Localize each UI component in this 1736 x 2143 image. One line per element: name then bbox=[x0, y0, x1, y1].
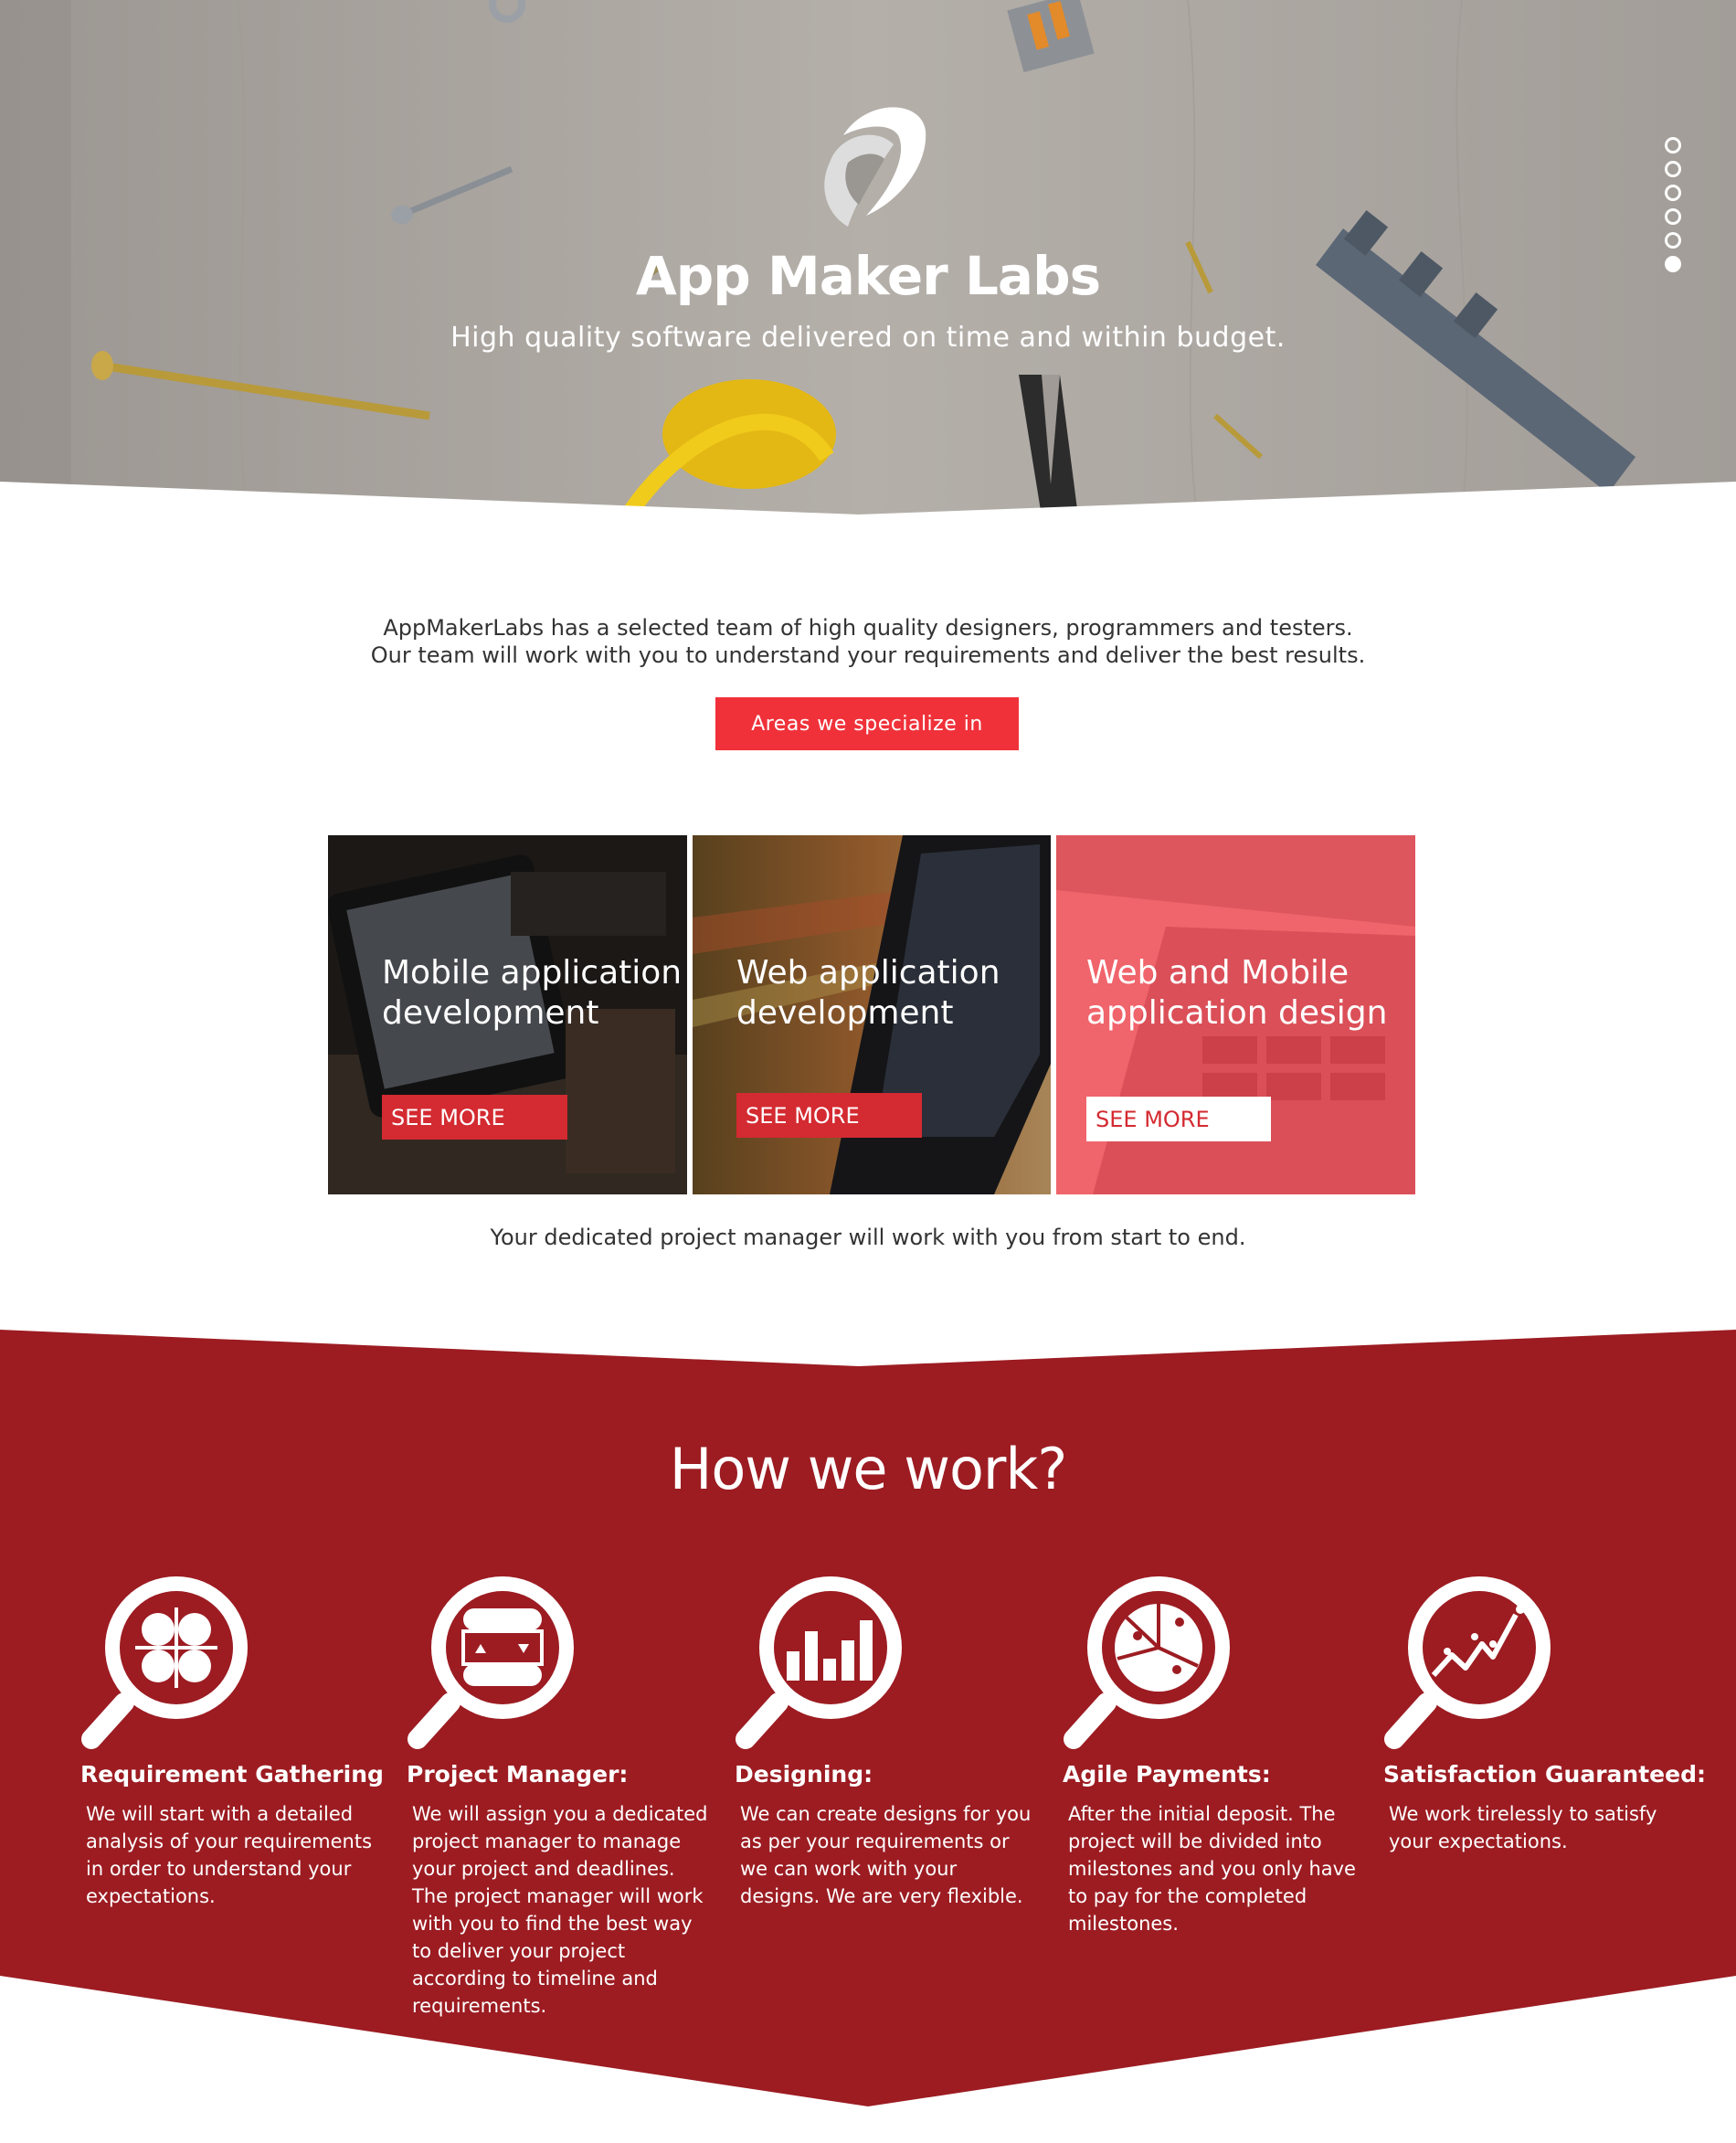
card-title: Web application development bbox=[736, 954, 1000, 1032]
intro-line-2: Our team will work with you to understan… bbox=[370, 642, 1366, 668]
step-satisfaction-guaranteed: Satisfaction Guaranteed: We work tireles… bbox=[1383, 1567, 1706, 1855]
card-app-design[interactable]: Web and Mobile application design SEE MO… bbox=[1056, 835, 1415, 1194]
step-text: We will start with a detailed analysis o… bbox=[86, 1803, 373, 1907]
requirements-magnifier-icon bbox=[81, 1576, 248, 1749]
step-title: Satisfaction Guaranteed: bbox=[1383, 1761, 1706, 1788]
areas-specialize-button[interactable]: Areas we specialize in bbox=[715, 697, 1019, 750]
step-text: We work tirelessly to satisfy your expec… bbox=[1389, 1803, 1657, 1852]
pie-chart-magnifier-icon bbox=[1064, 1576, 1230, 1749]
see-more-button[interactable]: SEE MORE bbox=[382, 1095, 567, 1140]
step-text: We will assign you a dedicated project m… bbox=[412, 1803, 708, 2017]
card-mobile-development[interactable]: Mobile application development SEE MORE bbox=[328, 835, 687, 1194]
card-title: Web and Mobile application design bbox=[1086, 954, 1388, 1032]
service-cards: Mobile application development SEE MORE … bbox=[328, 835, 1415, 1194]
bar-chart-magnifier-icon bbox=[736, 1576, 902, 1749]
hero-bottom-edge bbox=[0, 482, 1736, 516]
step-title: Designing: bbox=[735, 1761, 873, 1788]
how-we-work-section: How we work? Requirement Gathering We wi… bbox=[0, 1330, 1736, 2143]
step-text: After the initial deposit. The project w… bbox=[1068, 1803, 1356, 1935]
step-project-manager: Project Manager: We will assign you a de… bbox=[407, 1567, 717, 2020]
step-title: Agile Payments: bbox=[1063, 1761, 1271, 1788]
step-title: Project Manager: bbox=[407, 1761, 629, 1788]
hero-banner: App Maker Labs High quality software del… bbox=[0, 0, 1736, 516]
step-designing: Designing: We can create designs for you… bbox=[735, 1567, 1045, 1910]
intro-line-1: AppMakerLabs has a selected team of high… bbox=[383, 615, 1353, 641]
how-we-work-heading: How we work? bbox=[669, 1436, 1067, 1502]
step-text: We can create designs for you as per you… bbox=[740, 1803, 1032, 1907]
trend-line-magnifier-icon bbox=[1384, 1576, 1551, 1749]
project-manager-magnifier-icon bbox=[408, 1576, 574, 1749]
see-more-button[interactable]: SEE MORE bbox=[1086, 1097, 1271, 1141]
project-manager-note: Your dedicated project manager will work… bbox=[490, 1225, 1246, 1250]
step-requirement-gathering: Requirement Gathering We will start with… bbox=[80, 1567, 391, 1910]
card-title: Mobile application development bbox=[382, 954, 683, 1032]
step-agile-payments: Agile Payments: After the initial deposi… bbox=[1063, 1567, 1373, 1937]
card-web-development[interactable]: Web application development SEE MORE bbox=[693, 835, 1051, 1194]
see-more-button[interactable]: SEE MORE bbox=[736, 1093, 922, 1138]
intro-text: AppMakerLabs has a selected team of high… bbox=[0, 614, 1736, 669]
step-title: Requirement Gathering bbox=[80, 1761, 384, 1788]
